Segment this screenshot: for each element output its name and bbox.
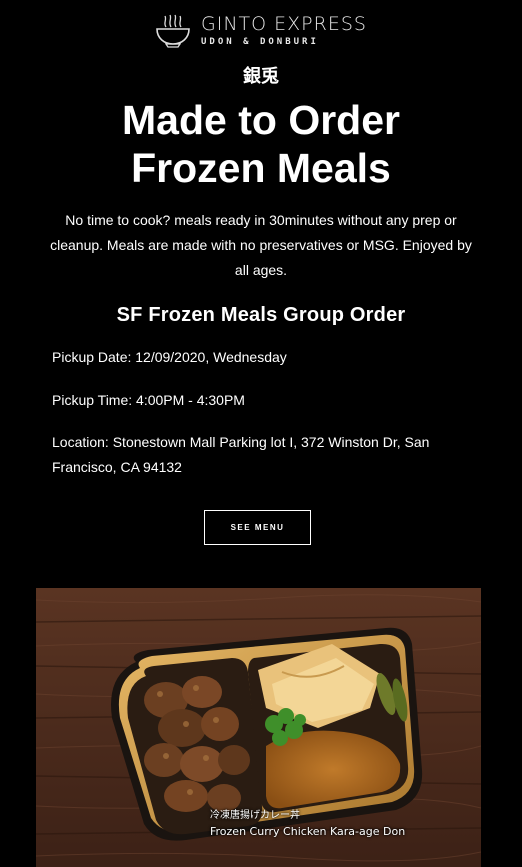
brand-logo[interactable]: GINTO EXPRESS UDON & DONBURI — [155, 14, 367, 48]
brand-tagline: UDON & DONBURI — [201, 37, 319, 47]
brand-cjk-name: 銀兎 — [243, 66, 279, 87]
pickup-location: Location: Stonestown Mall Parking lot I,… — [52, 434, 430, 475]
header: GINTO EXPRESS UDON & DONBURI — [0, 14, 522, 48]
page-title: Made to Order Frozen Meals — [0, 96, 522, 192]
photo-caption-en: Frozen Curry Chicken Kara-age Don — [210, 825, 406, 838]
intro-text: No time to cook? meals ready in 30minute… — [50, 212, 472, 278]
pickup-date: Pickup Date: 12/09/2020, Wednesday — [52, 349, 287, 365]
photo-caption-jp: 冷凍唐揚げカレー丼 — [210, 810, 300, 821]
see-menu-button[interactable]: SEE MENU — [204, 510, 311, 545]
pickup-time: Pickup Time: 4:00PM - 4:30PM — [52, 392, 245, 408]
page-title-line1: Made to Order — [122, 97, 400, 143]
page-title-line2: Frozen Meals — [131, 145, 391, 191]
brand-name: GINTO EXPRESS — [201, 13, 367, 35]
group-order-title: SF Frozen Meals Group Order — [116, 304, 406, 326]
noodle-bowl-icon — [156, 14, 190, 48]
meal-photo: 冷凍唐揚げカレー丼 Frozen Curry Chicken Kara-age … — [36, 588, 481, 867]
